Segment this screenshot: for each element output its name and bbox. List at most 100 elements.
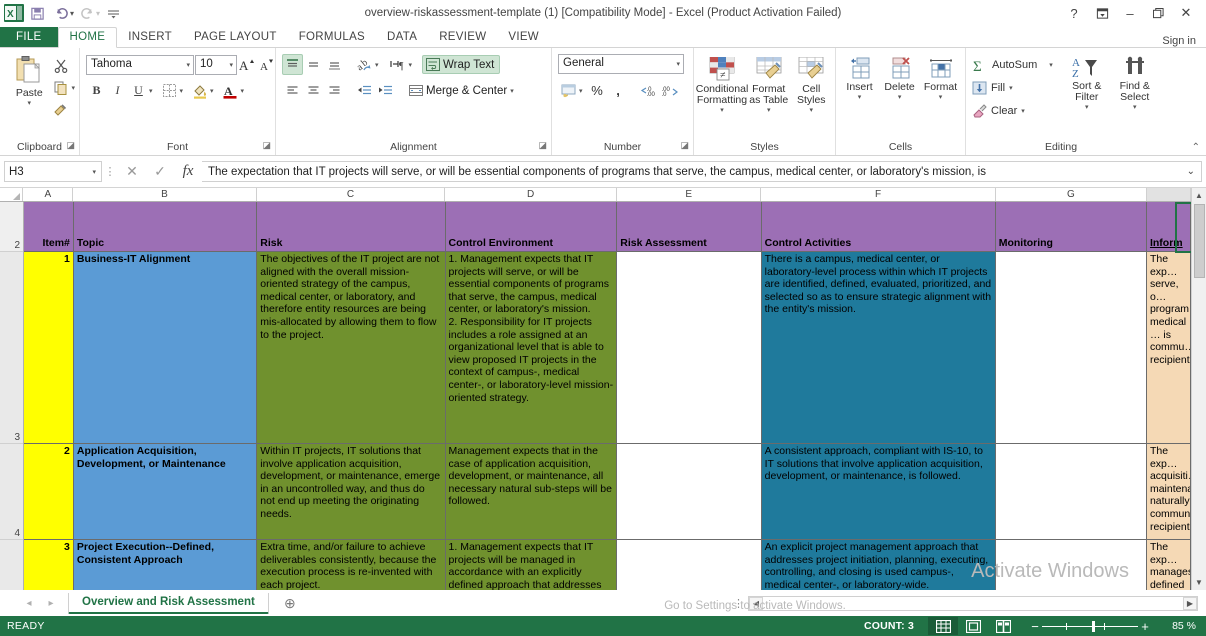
font-color-dropdown-icon[interactable]: ▾ <box>241 87 245 95</box>
column-header-F[interactable]: F <box>761 188 996 201</box>
merge-center-button[interactable]: Merge & Center ▾ <box>406 82 517 99</box>
percent-style-button[interactable]: % <box>587 80 608 101</box>
zoom-out-button[interactable]: − <box>1028 619 1042 634</box>
increase-indent-icon[interactable] <box>375 80 396 101</box>
tab-page-layout[interactable]: PAGE LAYOUT <box>183 28 288 47</box>
cell-H2[interactable]: Inform <box>1146 202 1191 252</box>
sign-in-link[interactable]: Sign in <box>1162 33 1206 47</box>
cell-D3[interactable]: 1. Management expects that IT projects w… <box>445 252 618 444</box>
accounting-format-dropdown-icon[interactable]: ▾ <box>579 87 583 95</box>
italic-button[interactable]: I <box>107 80 128 101</box>
delete-cells-button[interactable]: Delete ▾ <box>879 55 920 101</box>
find-select-dropdown-icon[interactable]: ▾ <box>1133 103 1137 111</box>
scroll-right-icon[interactable]: ▶ <box>1183 596 1197 610</box>
wrap-text-button[interactable]: Wrap Text <box>422 55 501 74</box>
tab-formulas[interactable]: FORMULAS <box>288 28 376 47</box>
sort-filter-dropdown-icon[interactable]: ▾ <box>1085 103 1089 111</box>
decrease-font-size-icon[interactable]: A <box>257 54 277 75</box>
cell-C5[interactable]: Extra time, and/or failure to achieve de… <box>257 540 446 590</box>
clear-dropdown-icon[interactable]: ▾ <box>1021 107 1025 115</box>
tab-home[interactable]: HOME <box>57 27 118 48</box>
cell-A3[interactable]: 1 <box>24 252 74 444</box>
minimize-button[interactable]: – <box>1116 2 1144 24</box>
column-header-H[interactable] <box>1147 188 1191 201</box>
fill-button[interactable]: Fill ▾ <box>972 77 1053 99</box>
zoom-in-button[interactable]: + <box>1138 619 1152 634</box>
bold-button[interactable]: B <box>86 80 107 101</box>
find-select-button[interactable]: Find & Select ▾ <box>1111 54 1159 111</box>
decrease-indent-icon[interactable] <box>354 80 375 101</box>
cell-C4[interactable]: Within IT projects, IT solutions that in… <box>257 444 446 540</box>
tab-view[interactable]: VIEW <box>497 28 550 47</box>
cell-G3[interactable] <box>995 252 1147 444</box>
underline-dropdown-icon[interactable]: ▾ <box>149 87 153 95</box>
tab-data[interactable]: DATA <box>376 28 428 47</box>
conditional-formatting-button[interactable]: ≠ Conditional Formatting ▾ <box>696 55 748 114</box>
vertical-scroll-track[interactable] <box>1191 279 1206 575</box>
number-format-dropdown-icon[interactable]: ▾ <box>676 60 680 68</box>
column-header-E[interactable]: E <box>616 188 762 201</box>
orientation-icon[interactable]: ab <box>354 54 375 75</box>
cell-D4[interactable]: Management expects that in the case of a… <box>445 444 618 540</box>
zoom-handle[interactable] <box>1092 620 1095 632</box>
cell-styles-dropdown-icon[interactable]: ▾ <box>809 106 813 114</box>
horizontal-scrollbar[interactable]: ◀ ▶ <box>748 595 1198 611</box>
customize-qat-icon[interactable] <box>102 3 124 23</box>
cell-E2[interactable]: Risk Assessment <box>617 202 762 252</box>
redo-icon[interactable] <box>76 3 98 23</box>
close-button[interactable]: ✕ <box>1172 2 1200 24</box>
align-right-icon[interactable] <box>324 80 345 101</box>
paste-button[interactable]: Paste ▾ <box>8 53 50 107</box>
scroll-left-icon[interactable]: ◀ <box>749 596 763 610</box>
text-direction-dropdown-icon[interactable]: ▾ <box>409 61 413 69</box>
cell-D2[interactable]: Control Environment <box>445 202 618 252</box>
tab-file[interactable]: FILE <box>0 27 58 47</box>
cell-F3[interactable]: There is a campus, medical center, or la… <box>761 252 996 444</box>
cell-A4[interactable]: 2 <box>24 444 74 540</box>
vertical-scroll-thumb[interactable] <box>1193 204 1205 278</box>
cell-F4[interactable]: A consistent approach, compliant with IS… <box>761 444 996 540</box>
undo-icon[interactable] <box>50 3 72 23</box>
previous-sheet-icon[interactable]: ◂ <box>18 593 40 613</box>
vertical-scrollbar[interactable]: ▲ ▼ <box>1191 188 1206 590</box>
orientation-dropdown-icon[interactable]: ▾ <box>375 61 379 69</box>
enter-formula-icon[interactable]: ✓ <box>146 161 174 183</box>
page-break-preview-icon[interactable] <box>988 617 1018 635</box>
horizontal-scroll-thumb[interactable] <box>763 596 1183 610</box>
accounting-format-icon[interactable] <box>558 80 579 101</box>
ribbon-display-options-icon[interactable] <box>1088 2 1116 24</box>
merge-center-dropdown-icon[interactable]: ▾ <box>510 87 514 95</box>
row-header-2[interactable]: 2 <box>0 202 23 252</box>
cell-E3[interactable] <box>617 252 762 444</box>
undo-dropdown-icon[interactable]: ▾ <box>70 9 74 18</box>
cut-icon[interactable] <box>50 55 71 76</box>
copy-icon[interactable] <box>50 77 71 98</box>
zoom-level[interactable]: 85 % <box>1158 620 1198 632</box>
font-dialog-launcher[interactable]: ◪ <box>262 140 271 151</box>
insert-cells-button[interactable]: Insert ▾ <box>840 55 879 101</box>
fill-color-icon[interactable] <box>189 80 210 101</box>
cell-F5[interactable]: An explicit project management approach … <box>761 540 996 590</box>
tab-insert[interactable]: INSERT <box>117 28 183 47</box>
scroll-down-icon[interactable]: ▼ <box>1191 575 1206 590</box>
row-header-5[interactable] <box>0 540 23 590</box>
cell-H5[interactable]: The exp… manages… defined … the appr… <box>1146 540 1191 590</box>
cell-E4[interactable] <box>617 444 762 540</box>
row-header-4[interactable]: 4 <box>0 444 23 540</box>
cell-H4[interactable]: The exp… acquisiti… maintena… naturally…… <box>1146 444 1191 540</box>
format-as-table-dropdown-icon[interactable]: ▾ <box>767 106 771 114</box>
collapse-ribbon-icon[interactable]: ⌃ <box>1192 142 1200 153</box>
zoom-track[interactable] <box>1042 620 1138 632</box>
cell-D5[interactable]: 1. Management expects that IT projects w… <box>445 540 618 590</box>
cell-B4[interactable]: Application Acquisition, Development, or… <box>73 444 258 540</box>
font-size-dropdown-icon[interactable]: ▾ <box>229 61 233 69</box>
font-color-icon[interactable]: A <box>220 80 241 101</box>
cell-A5[interactable]: 3 <box>24 540 74 590</box>
format-cells-button[interactable]: Format ▾ <box>920 55 961 101</box>
sheet-tab-overview-and-risk-assessment[interactable]: Overview and Risk Assessment <box>68 592 269 614</box>
delete-dropdown-icon[interactable]: ▾ <box>898 93 902 101</box>
align-top-icon[interactable] <box>282 54 303 75</box>
increase-font-size-icon[interactable]: A <box>237 54 257 75</box>
autosum-button[interactable]: Σ AutoSum ▾ <box>972 54 1053 76</box>
tab-review[interactable]: REVIEW <box>428 28 497 47</box>
